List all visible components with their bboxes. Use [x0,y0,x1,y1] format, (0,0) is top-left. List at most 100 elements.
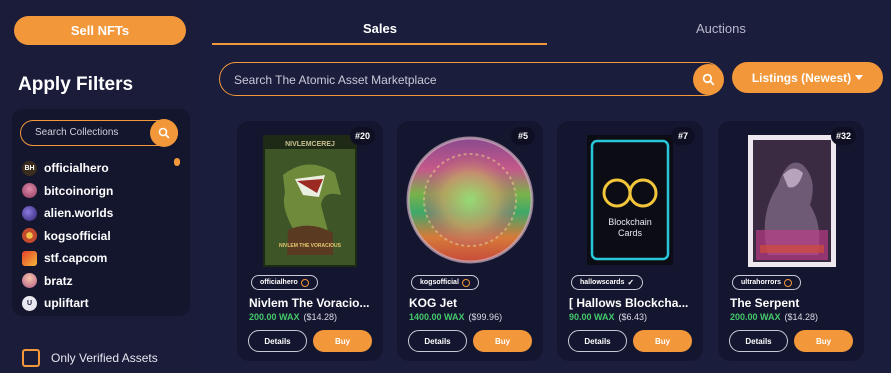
only-verified-toggle[interactable]: Only Verified Assets [22,349,158,367]
details-button[interactable]: Details [408,330,467,352]
nft-name: [ Hallows Blockcha... [569,296,689,310]
verified-check-icon [461,278,470,287]
nft-image[interactable] [405,133,535,267]
price-usd: ($14.28) [784,312,819,322]
nft-card[interactable]: NIVLEMCEREJ NIVLEM THE VORACIOUS #20 off… [237,121,383,361]
nivlem-artwork: NIVLEMCEREJ NIVLEM THE VORACIOUS [263,135,357,267]
collection-label: bratz [44,273,73,288]
market-tabs: Sales Auctions [212,16,880,46]
collection-item-upliftart[interactable]: U upliftart [22,292,172,315]
collection-pill[interactable]: hallowscards ✓ [571,275,644,290]
checkmark-icon: ✓ [627,278,635,287]
verified-checkbox[interactable] [22,349,40,367]
collection-item-alien-worlds[interactable]: alien.worlds [22,202,172,225]
collections-scrollbar[interactable] [174,158,180,166]
nft-price: 200.00 WAX ($14.28) [730,312,818,322]
collection-search-button[interactable] [150,119,178,147]
buy-button[interactable]: Buy [794,330,853,352]
mint-number-badge: #20 [349,127,375,145]
art-title-bottom: NIVLEM THE VORACIOUS [279,243,342,249]
bratz-avatar-icon [22,273,37,289]
nft-image[interactable]: Blockchain Cards [587,135,673,265]
hallows-artwork: Blockchain Cards [587,135,673,265]
search-icon [158,127,170,139]
buy-button[interactable]: Buy [313,330,372,352]
nft-image[interactable] [748,135,836,267]
verified-check-icon [784,278,793,287]
collection-name: officialhero [260,279,298,286]
collection-item-kogsofficial[interactable]: kogsofficial [22,225,172,248]
collection-item-bitcoinorign[interactable]: bitcoinorign [22,180,172,203]
bitcoinorign-avatar-icon [22,183,37,199]
price-wax: 200.00 WAX [249,312,300,322]
art-title-top: NIVLEMCEREJ [285,141,335,148]
price-wax: 90.00 WAX [569,312,615,322]
art-cards-text: Cards [618,228,643,238]
collection-search-input[interactable]: Search Collections [20,119,178,147]
verified-label: Only Verified Assets [51,351,158,365]
price-usd: ($99.96) [468,312,503,322]
collection-pill[interactable]: ultrahorrors [732,275,802,290]
nft-card[interactable]: #5 kogsofficial KOG Jet 1400.00 WAX ($99.… [397,121,543,361]
price-usd: ($6.43) [618,312,648,322]
collection-label: bitcoinorign [44,183,114,198]
details-button[interactable]: Details [248,330,307,352]
officialhero-avatar-icon: BH [22,160,37,176]
nft-name: The Serpent [730,296,800,310]
sort-label: Listings (Newest) [751,70,852,85]
caret-down-icon [855,74,864,80]
nft-name: Nivlem The Voracio... [249,296,370,310]
search-icon [702,73,715,86]
upliftart-avatar-icon: U [22,295,37,311]
mint-number-badge: #7 [671,127,695,145]
sidebar: Sell NFTs Apply Filters Search Collectio… [0,0,198,373]
collection-search-placeholder: Search Collections [35,127,119,138]
verified-check-icon [300,278,309,287]
collection-item-stf-capcom[interactable]: stf.capcom [22,247,172,270]
collection-pill[interactable]: officialhero [251,275,318,290]
nft-image[interactable]: NIVLEMCEREJ NIVLEM THE VORACIOUS [263,135,357,267]
collection-label: stf.capcom [44,251,108,266]
mint-number-badge: #5 [511,127,535,145]
sell-nfts-button[interactable]: Sell NFTs [14,16,186,45]
nft-price: 200.00 WAX ($14.28) [249,312,337,322]
nft-name: KOG Jet [409,296,458,310]
collections-panel: Search Collections BH officialhero bitco… [12,109,190,316]
tab-sales[interactable]: Sales [363,21,397,36]
collection-label: kogsofficial [44,228,111,243]
nft-price: 90.00 WAX ($6.43) [569,312,647,322]
price-wax: 200.00 WAX [730,312,781,322]
collection-pill[interactable]: kogsofficial [411,275,479,290]
serpent-artwork [748,135,836,267]
apply-filters-heading: Apply Filters [18,74,134,95]
alien-worlds-avatar-icon [22,205,37,221]
marketplace-search-button[interactable] [693,64,724,95]
collection-name: ultrahorrors [741,279,782,286]
tab-auctions[interactable]: Auctions [696,21,746,36]
art-blockchain-text: Blockchain [608,217,652,227]
nft-price: 1400.00 WAX ($99.96) [409,312,502,322]
price-usd: ($14.28) [303,312,338,322]
collection-label: alien.worlds [44,206,114,221]
marketplace-search-input[interactable]: Search The Atomic Asset Marketplace [219,62,724,96]
collection-label: officialhero [44,161,109,176]
nft-card[interactable]: Blockchain Cards #7 hallowscards ✓ [ Hal… [557,121,703,361]
sort-dropdown[interactable]: Listings (Newest) [732,62,883,93]
details-button[interactable]: Details [568,330,627,352]
details-button[interactable]: Details [729,330,788,352]
collection-item-bratz[interactable]: bratz [22,270,172,293]
marketplace-search-placeholder: Search The Atomic Asset Marketplace [234,73,437,87]
active-tab-indicator [212,43,547,45]
kogsofficial-avatar-icon [22,228,37,244]
mint-number-badge: #32 [830,127,856,145]
collections-list: BH officialhero bitcoinorign alien.world… [22,157,172,315]
collection-name: kogsofficial [420,279,459,286]
nft-card[interactable]: #32 ultrahorrors The Serpent 200.00 WAX(… [718,121,864,361]
buy-button[interactable]: Buy [473,330,532,352]
buy-button[interactable]: Buy [633,330,692,352]
kog-jet-artwork [406,136,534,264]
collection-item-officialhero[interactable]: BH officialhero [22,157,172,180]
collection-name: hallowscards [580,279,625,286]
stf-capcom-avatar-icon [22,250,37,266]
collection-label: upliftart [44,296,89,311]
